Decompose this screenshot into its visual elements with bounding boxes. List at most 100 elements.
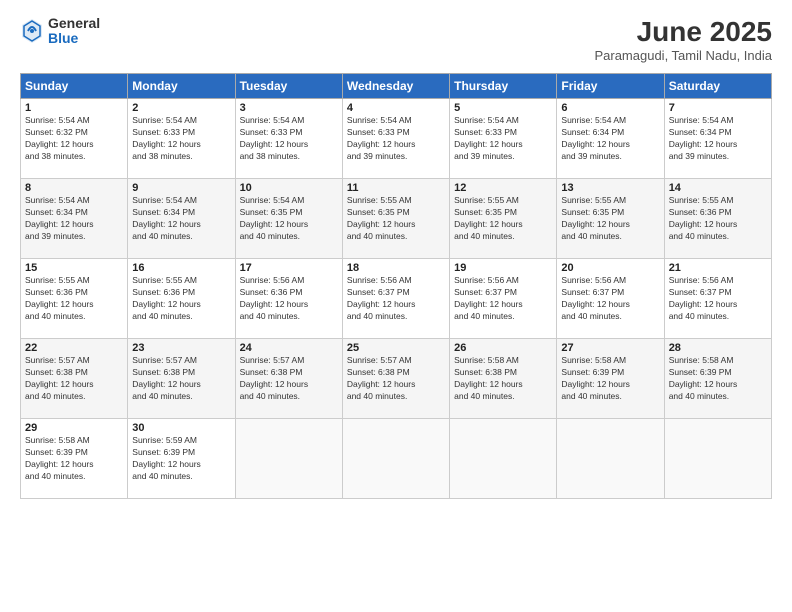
calendar-cell: 10Sunrise: 5:54 AM Sunset: 6:35 PM Dayli… — [235, 179, 342, 259]
calendar-cell: 3Sunrise: 5:54 AM Sunset: 6:33 PM Daylig… — [235, 99, 342, 179]
day-info: Sunrise: 5:54 AM Sunset: 6:33 PM Dayligh… — [240, 115, 338, 163]
day-info: Sunrise: 5:55 AM Sunset: 6:36 PM Dayligh… — [669, 195, 767, 243]
day-info: Sunrise: 5:54 AM Sunset: 6:34 PM Dayligh… — [561, 115, 659, 163]
day-info: Sunrise: 5:54 AM Sunset: 6:34 PM Dayligh… — [669, 115, 767, 163]
day-number: 3 — [240, 102, 338, 114]
day-number: 8 — [25, 182, 123, 194]
day-info: Sunrise: 5:55 AM Sunset: 6:35 PM Dayligh… — [561, 195, 659, 243]
calendar-cell: 20Sunrise: 5:56 AM Sunset: 6:37 PM Dayli… — [557, 259, 664, 339]
day-info: Sunrise: 5:57 AM Sunset: 6:38 PM Dayligh… — [132, 355, 230, 403]
day-number: 2 — [132, 102, 230, 114]
calendar-cell: 30Sunrise: 5:59 AM Sunset: 6:39 PM Dayli… — [128, 419, 235, 499]
calendar-week-3: 15 Sunrise: 5:55 AM Sunset: 6:36 PM Dayli… — [21, 259, 772, 339]
day-info: Sunrise: 5:54 AM Sunset: 6:33 PM Dayligh… — [454, 115, 552, 163]
day-number: 29 — [25, 422, 123, 434]
day-number: 24 — [240, 342, 338, 354]
day-number: 20 — [561, 262, 659, 274]
day-number: 16 — [132, 262, 230, 274]
calendar-week-2: 8Sunrise: 5:54 AM Sunset: 6:34 PM Daylig… — [21, 179, 772, 259]
calendar-cell: 29Sunrise: 5:58 AM Sunset: 6:39 PM Dayli… — [21, 419, 128, 499]
day-number: 21 — [669, 262, 767, 274]
day-info: Sunrise: 5:54 AM Sunset: 6:34 PM Dayligh… — [25, 195, 123, 243]
day-number: 25 — [347, 342, 445, 354]
day-info: Sunrise: 5:58 AM Sunset: 6:39 PM Dayligh… — [669, 355, 767, 403]
day-number: 17 — [240, 262, 338, 274]
day-number: 18 — [347, 262, 445, 274]
calendar-cell: 12Sunrise: 5:55 AM Sunset: 6:35 PM Dayli… — [450, 179, 557, 259]
day-info: Sunrise: 5:57 AM Sunset: 6:38 PM Dayligh… — [25, 355, 123, 403]
day-info: Sunrise: 5:55 AM Sunset: 6:35 PM Dayligh… — [347, 195, 445, 243]
calendar-cell: 2Sunrise: 5:54 AM Sunset: 6:33 PM Daylig… — [128, 99, 235, 179]
calendar-cell: 19Sunrise: 5:56 AM Sunset: 6:37 PM Dayli… — [450, 259, 557, 339]
day-number: 4 — [347, 102, 445, 114]
day-info: Sunrise: 5:55 AM Sunset: 6:36 PM Dayligh… — [132, 275, 230, 323]
day-number: 26 — [454, 342, 552, 354]
day-number: 7 — [669, 102, 767, 114]
calendar-cell: 22Sunrise: 5:57 AM Sunset: 6:38 PM Dayli… — [21, 339, 128, 419]
day-number: 14 — [669, 182, 767, 194]
calendar-cell: 4Sunrise: 5:54 AM Sunset: 6:33 PM Daylig… — [342, 99, 449, 179]
calendar-cell: 21Sunrise: 5:56 AM Sunset: 6:37 PM Dayli… — [664, 259, 771, 339]
day-info: Sunrise: 5:54 AM Sunset: 6:32 PM Dayligh… — [25, 115, 123, 163]
day-number: 19 — [454, 262, 552, 274]
day-info: Sunrise: 5:59 AM Sunset: 6:39 PM Dayligh… — [132, 435, 230, 483]
day-number: 9 — [132, 182, 230, 194]
location: Paramagudi, Tamil Nadu, India — [594, 48, 772, 63]
day-info: Sunrise: 5:54 AM Sunset: 6:33 PM Dayligh… — [347, 115, 445, 163]
calendar-cell: 24Sunrise: 5:57 AM Sunset: 6:38 PM Dayli… — [235, 339, 342, 419]
calendar-cell: 11Sunrise: 5:55 AM Sunset: 6:35 PM Dayli… — [342, 179, 449, 259]
col-wednesday: Wednesday — [342, 74, 449, 99]
calendar-cell: 7Sunrise: 5:54 AM Sunset: 6:34 PM Daylig… — [664, 99, 771, 179]
calendar-cell — [450, 419, 557, 499]
day-number: 30 — [132, 422, 230, 434]
day-info: Sunrise: 5:54 AM Sunset: 6:33 PM Dayligh… — [132, 115, 230, 163]
day-number: 12 — [454, 182, 552, 194]
calendar-cell: 25Sunrise: 5:57 AM Sunset: 6:38 PM Dayli… — [342, 339, 449, 419]
day-number: 5 — [454, 102, 552, 114]
header: General Blue June 2025 Paramagudi, Tamil… — [20, 16, 772, 63]
day-info: Sunrise: 5:56 AM Sunset: 6:37 PM Dayligh… — [669, 275, 767, 323]
logo-icon — [20, 17, 44, 45]
day-number: 22 — [25, 342, 123, 354]
col-thursday: Thursday — [450, 74, 557, 99]
day-info: Sunrise: 5:55 AM Sunset: 6:35 PM Dayligh… — [454, 195, 552, 243]
calendar-cell: 23Sunrise: 5:57 AM Sunset: 6:38 PM Dayli… — [128, 339, 235, 419]
day-info: Sunrise: 5:56 AM Sunset: 6:37 PM Dayligh… — [454, 275, 552, 323]
calendar-cell — [664, 419, 771, 499]
page: General Blue June 2025 Paramagudi, Tamil… — [0, 0, 792, 612]
day-info: Sunrise: 5:57 AM Sunset: 6:38 PM Dayligh… — [240, 355, 338, 403]
calendar-cell: 6Sunrise: 5:54 AM Sunset: 6:34 PM Daylig… — [557, 99, 664, 179]
title-block: June 2025 Paramagudi, Tamil Nadu, India — [594, 16, 772, 63]
day-number: 28 — [669, 342, 767, 354]
col-saturday: Saturday — [664, 74, 771, 99]
day-info: Sunrise: 5:58 AM Sunset: 6:38 PM Dayligh… — [454, 355, 552, 403]
day-info: Sunrise: 5:56 AM Sunset: 6:37 PM Dayligh… — [561, 275, 659, 323]
day-info: Sunrise: 5:58 AM Sunset: 6:39 PM Dayligh… — [25, 435, 123, 483]
day-number: 13 — [561, 182, 659, 194]
calendar-cell — [557, 419, 664, 499]
calendar-week-4: 22Sunrise: 5:57 AM Sunset: 6:38 PM Dayli… — [21, 339, 772, 419]
calendar-cell: 15Sunrise: 5:55 AM Sunset: 6:36 PM Dayli… — [21, 259, 128, 339]
calendar-cell: 8Sunrise: 5:54 AM Sunset: 6:34 PM Daylig… — [21, 179, 128, 259]
day-number: 15 — [25, 262, 123, 274]
calendar-cell: 14Sunrise: 5:55 AM Sunset: 6:36 PM Dayli… — [664, 179, 771, 259]
calendar-week-1: 1Sunrise: 5:54 AM Sunset: 6:32 PM Daylig… — [21, 99, 772, 179]
day-info: Sunrise: 5:54 AM Sunset: 6:35 PM Dayligh… — [240, 195, 338, 243]
calendar-cell: 18Sunrise: 5:56 AM Sunset: 6:37 PM Dayli… — [342, 259, 449, 339]
day-number: 1 — [25, 102, 123, 114]
day-number: 23 — [132, 342, 230, 354]
day-info: Sunrise: 5:54 AM Sunset: 6:34 PM Dayligh… — [132, 195, 230, 243]
month-title: June 2025 — [594, 16, 772, 48]
day-info: Sunrise: 5:56 AM Sunset: 6:37 PM Dayligh… — [347, 275, 445, 323]
day-number: 27 — [561, 342, 659, 354]
col-tuesday: Tuesday — [235, 74, 342, 99]
col-monday: Monday — [128, 74, 235, 99]
day-info: Sunrise: 5:58 AM Sunset: 6:39 PM Dayligh… — [561, 355, 659, 403]
calendar-cell: 1Sunrise: 5:54 AM Sunset: 6:32 PM Daylig… — [21, 99, 128, 179]
calendar-cell: 16Sunrise: 5:55 AM Sunset: 6:36 PM Dayli… — [128, 259, 235, 339]
calendar-week-5: 29Sunrise: 5:58 AM Sunset: 6:39 PM Dayli… — [21, 419, 772, 499]
calendar-cell: 28Sunrise: 5:58 AM Sunset: 6:39 PM Dayli… — [664, 339, 771, 419]
calendar-cell — [235, 419, 342, 499]
logo: General Blue — [20, 16, 100, 47]
calendar-cell: 13Sunrise: 5:55 AM Sunset: 6:35 PM Dayli… — [557, 179, 664, 259]
